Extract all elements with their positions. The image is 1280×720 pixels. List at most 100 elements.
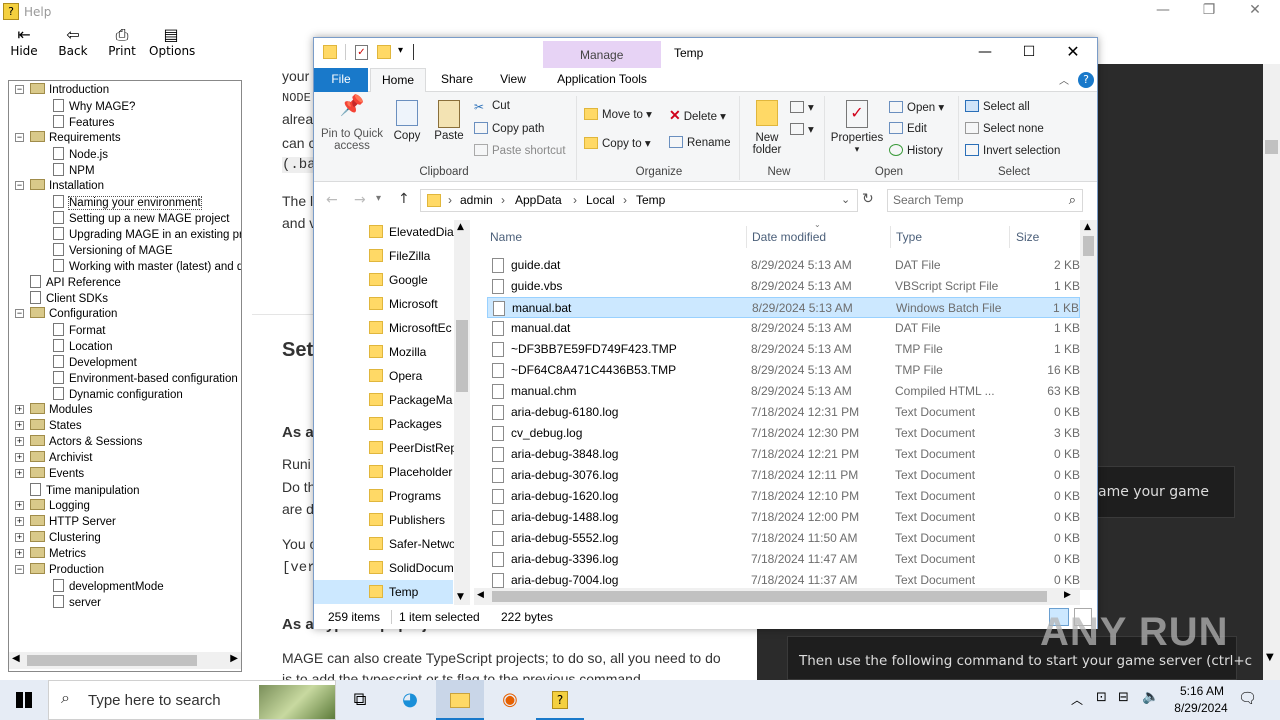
expand-icon[interactable]: +: [15, 533, 24, 542]
toc-item[interactable]: Features: [53, 115, 114, 131]
file-row[interactable]: aria-debug-3848.log 7/18/2024 12:21 PM Tex…: [487, 444, 1080, 465]
help-vertical-scrollbar[interactable]: ▼: [1263, 64, 1280, 680]
tab-application-tools[interactable]: Application Tools: [543, 68, 661, 92]
customize-quick-access-icon[interactable]: ▾: [398, 45, 403, 56]
address-bar[interactable]: › admin › AppData › Local › Temp ⌄: [420, 189, 858, 212]
paste-button[interactable]: Paste: [432, 100, 466, 142]
task-view-icon[interactable]: ⧉: [336, 680, 384, 720]
address-dropdown-icon[interactable]: ⌄: [841, 193, 850, 206]
column-header-name[interactable]: Name: [490, 230, 522, 244]
scroll-left-icon[interactable]: ◀: [477, 590, 484, 600]
tab-share[interactable]: Share: [432, 68, 482, 92]
toc-item[interactable]: developmentMode: [53, 579, 164, 595]
expand-icon[interactable]: +: [15, 469, 24, 478]
toc-item[interactable]: Working with master (latest) and dev: [53, 259, 241, 275]
nav-folder-item[interactable]: PeerDistRep: [369, 436, 459, 460]
maximize-button[interactable]: ☐: [1006, 40, 1052, 66]
file-row[interactable]: guide.dat 8/29/2024 5:13 AM DAT File 2 KB: [487, 255, 1080, 276]
toc-item[interactable]: − Installation: [15, 179, 104, 195]
nav-folder-item[interactable]: Publishers: [369, 508, 459, 532]
toc-item[interactable]: + Actors & Sessions: [15, 435, 142, 451]
expand-icon[interactable]: +: [15, 421, 24, 430]
column-header-size[interactable]: Size: [1016, 230, 1039, 244]
history-button[interactable]: History: [889, 144, 943, 157]
nav-folder-item[interactable]: Safer-Netwo: [369, 532, 459, 556]
file-row[interactable]: aria-debug-1488.log 7/18/2024 12:00 PM Tex…: [487, 507, 1080, 528]
toc-item[interactable]: − Production: [15, 563, 104, 579]
nav-folder-item[interactable]: ElevatedDia: [369, 220, 459, 244]
pin-quick-access-button[interactable]: 📌 Pin to Quick access: [320, 96, 384, 152]
tab-file[interactable]: File: [314, 68, 368, 92]
toc-item[interactable]: Format: [53, 323, 105, 339]
file-row[interactable]: aria-debug-3076.log 7/18/2024 12:11 PM Tex…: [487, 465, 1080, 486]
properties-button[interactable]: ✓ Properties ▾: [830, 100, 884, 155]
clock-time[interactable]: 5:16 AM: [1172, 684, 1232, 698]
toc-item[interactable]: Development: [53, 355, 137, 371]
tab-home[interactable]: Home: [370, 68, 426, 93]
collapse-icon[interactable]: −: [15, 565, 24, 574]
toc-item[interactable]: + HTTP Server: [15, 515, 116, 531]
volume-icon[interactable]: 🔈: [1142, 689, 1159, 705]
cut-button[interactable]: ✂ Cut: [474, 100, 510, 114]
nav-folder-item[interactable]: SolidDocum: [369, 556, 459, 580]
file-list-vertical-scrollbar[interactable]: ▲ ▼: [1080, 220, 1097, 620]
ribbon-collapse-icon[interactable]: ︿: [1059, 72, 1069, 87]
nav-folder-item[interactable]: FileZilla: [369, 244, 459, 268]
file-list-hscroll-thumb[interactable]: [492, 591, 1047, 602]
file-row[interactable]: aria-debug-5552.log 7/18/2024 11:50 AM Tex…: [487, 528, 1080, 549]
collapse-icon[interactable]: −: [15, 133, 24, 142]
file-row[interactable]: guide.vbs 8/29/2024 5:13 AM VBScript Scrip…: [487, 276, 1080, 297]
toc-item[interactable]: Time manipulation: [15, 483, 140, 499]
firefox-icon[interactable]: ◉: [486, 680, 534, 720]
nav-folder-item[interactable]: Microsoft: [369, 292, 459, 316]
collapse-icon[interactable]: −: [15, 309, 24, 318]
print-button[interactable]: ⎙ Print: [100, 26, 144, 59]
toc-item[interactable]: Naming your environment: [53, 195, 202, 211]
rename-button[interactable]: Rename: [669, 136, 730, 149]
file-list-scroll-thumb[interactable]: [1083, 236, 1094, 256]
scroll-right-icon[interactable]: ▶: [230, 653, 238, 664]
toc-item[interactable]: + Archivist: [15, 451, 92, 467]
toc-item[interactable]: NPM: [53, 163, 95, 179]
expand-icon[interactable]: +: [15, 405, 24, 414]
device-icon[interactable]: ⊡: [1096, 690, 1107, 705]
toc-item[interactable]: + Logging: [15, 499, 90, 515]
select-all-button[interactable]: Select all: [965, 100, 1030, 113]
expand-icon[interactable]: +: [15, 501, 24, 510]
close-button[interactable]: ✕: [1050, 40, 1096, 66]
nav-scroll-thumb[interactable]: [456, 320, 468, 392]
file-row[interactable]: aria-debug-3396.log 7/18/2024 11:47 AM Tex…: [487, 549, 1080, 570]
expand-icon[interactable]: +: [15, 549, 24, 558]
expand-icon[interactable]: +: [15, 453, 24, 462]
nav-folder-item[interactable]: MicrosoftEc: [369, 316, 459, 340]
scroll-right-icon[interactable]: ▶: [1064, 590, 1071, 600]
manage-contextual-tab[interactable]: Manage: [543, 41, 661, 69]
file-row[interactable]: manual.chm 8/29/2024 5:13 AM Compiled HTML…: [487, 381, 1080, 402]
expand-icon[interactable]: +: [15, 437, 24, 446]
nav-folder-item[interactable]: Placeholder: [369, 460, 459, 484]
recent-locations-icon[interactable]: ▾: [376, 193, 381, 204]
nav-folder-item[interactable]: Packages: [369, 412, 459, 436]
scroll-up-icon[interactable]: ▲: [1084, 222, 1091, 232]
new-item-button[interactable]: ▾: [790, 100, 814, 114]
breadcrumb-local[interactable]: Local: [586, 193, 615, 207]
toc-item[interactable]: + Metrics: [15, 547, 86, 563]
help-restore-button[interactable]: ❐: [1186, 2, 1232, 22]
up-folder-icon[interactable]: ↑: [398, 191, 410, 207]
nav-folder-item[interactable]: Mozilla: [369, 340, 459, 364]
nav-folder-item[interactable]: PackageMa: [369, 388, 459, 412]
breadcrumb-admin[interactable]: admin: [460, 193, 493, 207]
select-none-button[interactable]: Select none: [965, 122, 1044, 135]
taskbar-search-box[interactable]: ⌕ Type here to search: [48, 680, 336, 720]
paste-shortcut-button[interactable]: Paste shortcut: [474, 144, 566, 157]
options-button[interactable]: ▤ Options: [149, 26, 195, 59]
file-row[interactable]: aria-debug-1620.log 7/18/2024 12:10 PM Tex…: [487, 486, 1080, 507]
delete-button[interactable]: ✕ Delete ▾: [669, 107, 726, 124]
copy-button[interactable]: Copy: [392, 100, 422, 142]
easy-access-button[interactable]: ▾: [790, 122, 814, 136]
toc-item[interactable]: server: [53, 595, 101, 611]
new-folder-quick-icon[interactable]: [377, 45, 391, 59]
toc-scroll-thumb[interactable]: [27, 655, 197, 666]
show-hidden-icons[interactable]: ︿: [1071, 691, 1083, 708]
file-row[interactable]: manual.dat 8/29/2024 5:13 AM DAT File 1 KB: [487, 318, 1080, 339]
